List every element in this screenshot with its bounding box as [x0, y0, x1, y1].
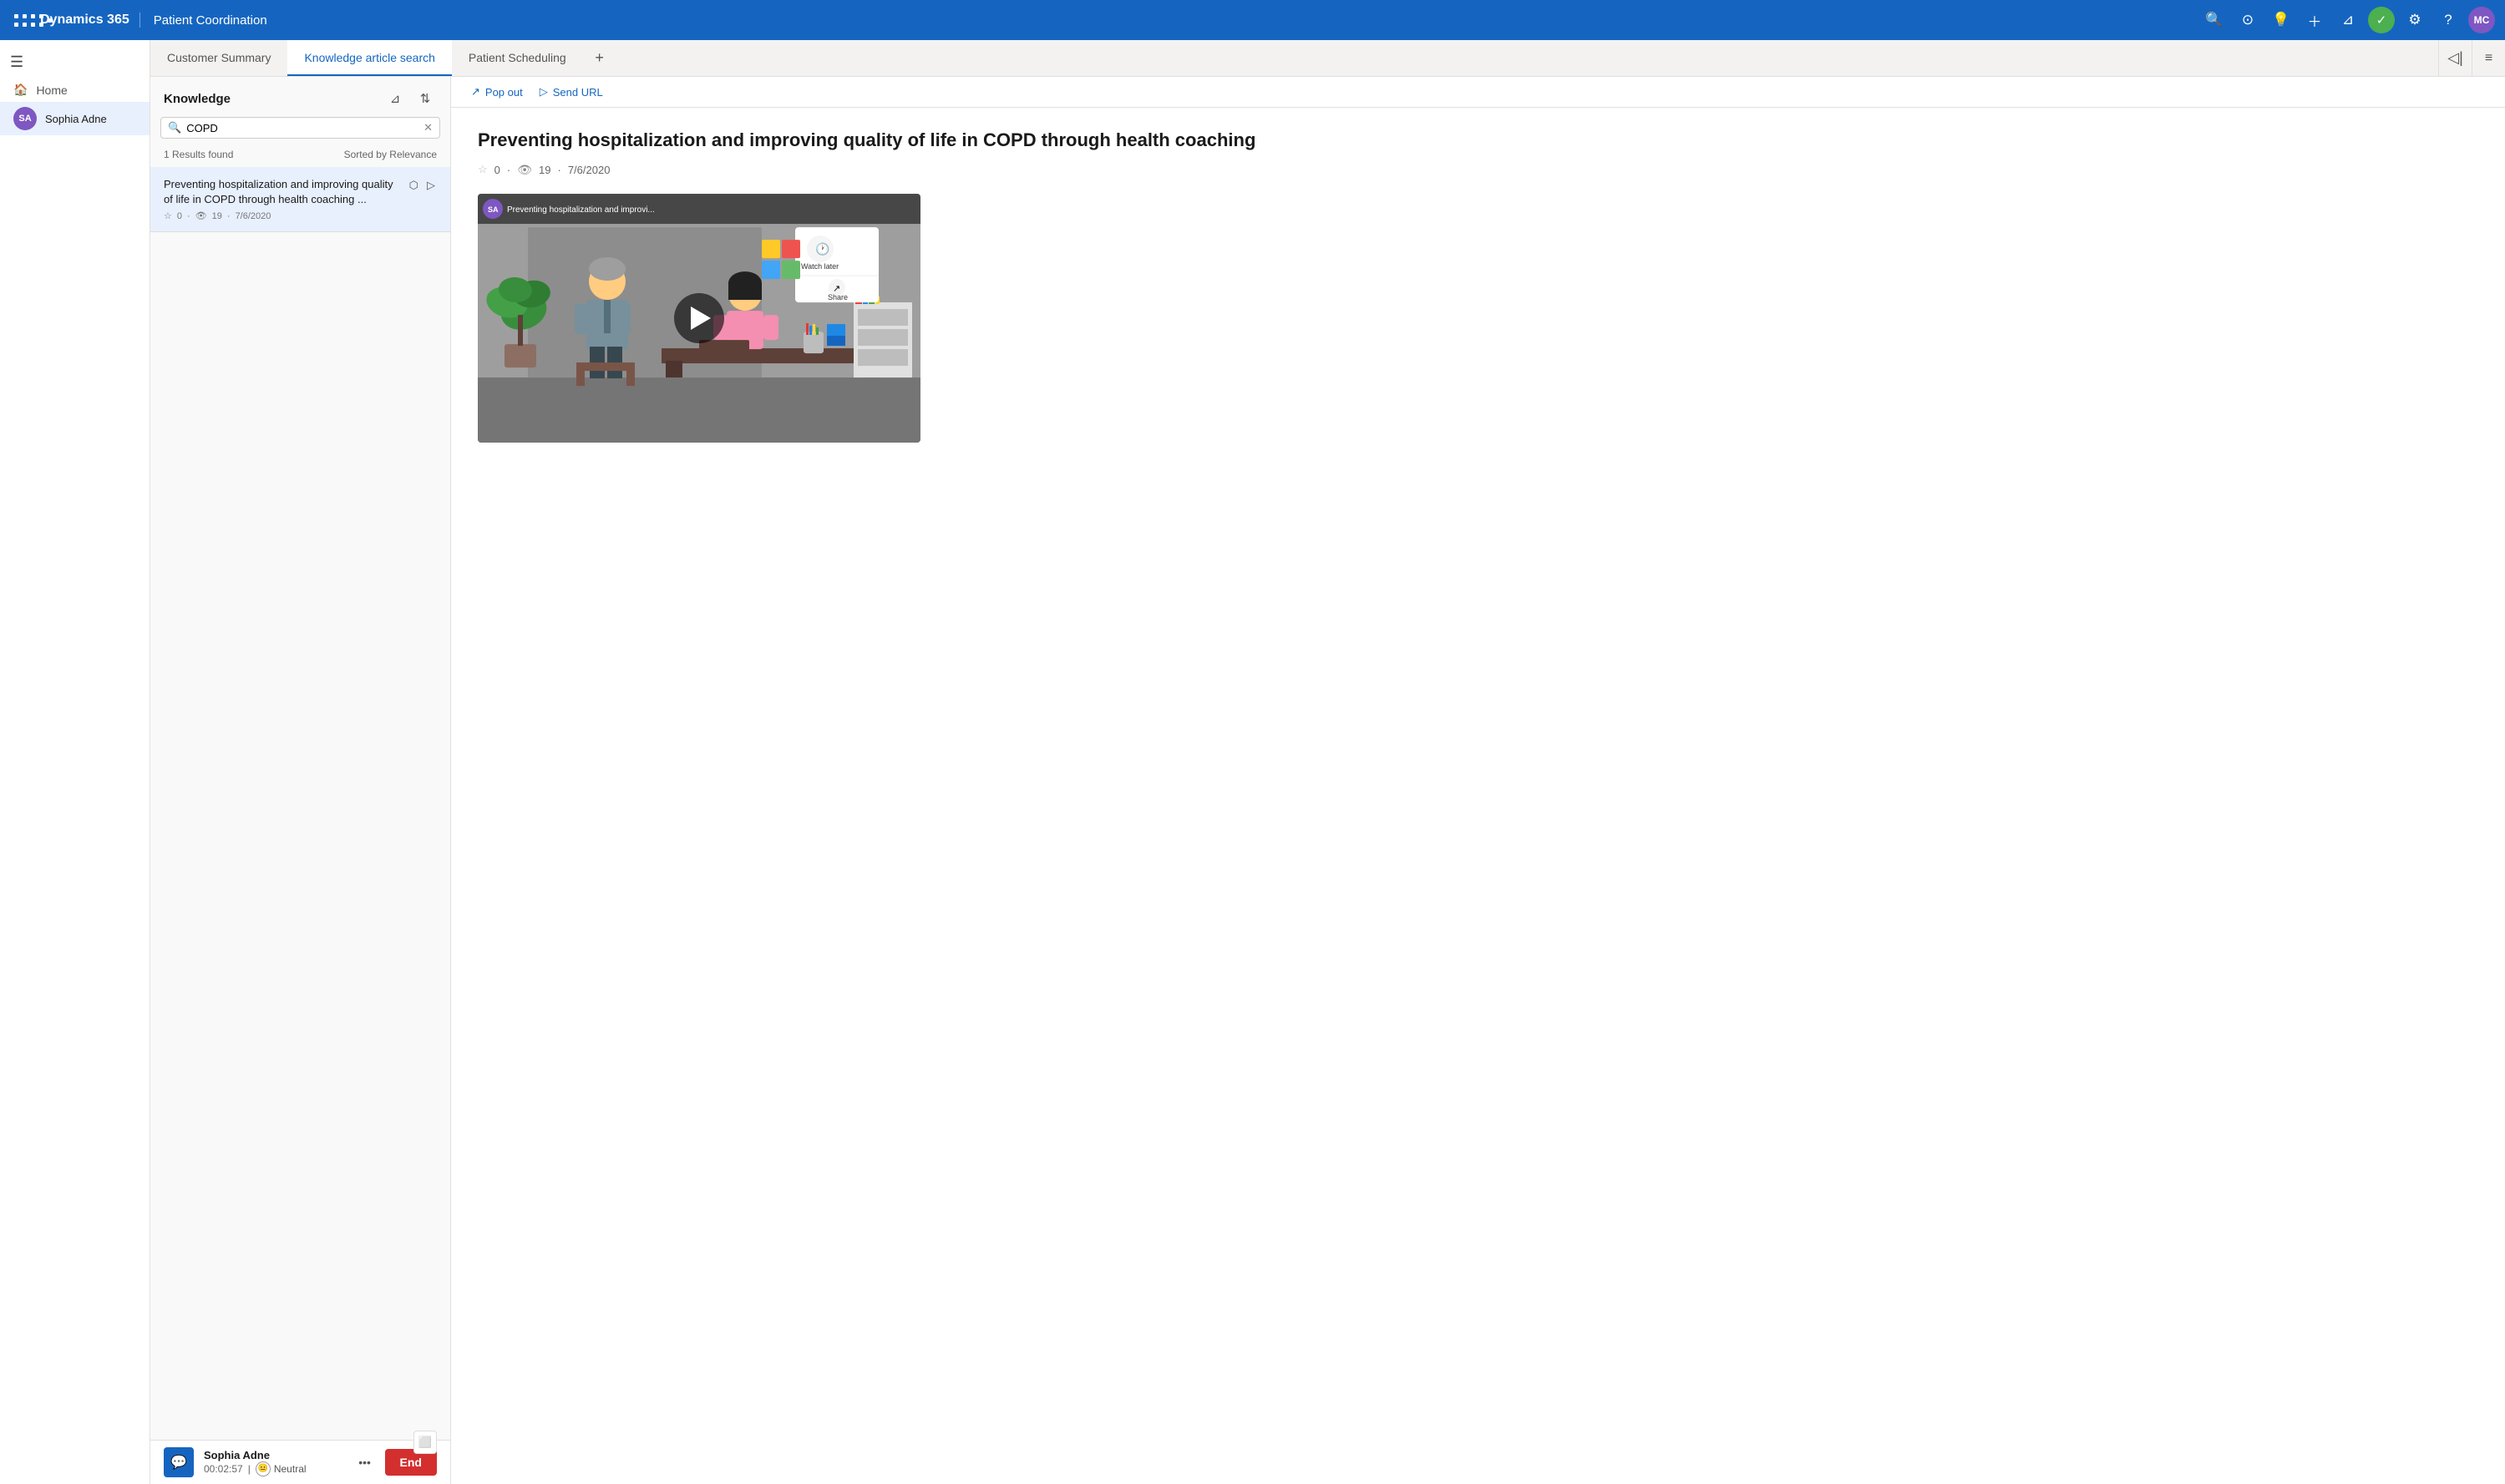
views-dot: · — [557, 164, 560, 176]
add-icon-btn[interactable]: ＋ — [2301, 7, 2328, 33]
sidebar-menu-toggle[interactable]: ☰ — [10, 53, 23, 71]
app-brand: Dynamics 365 — [40, 13, 140, 28]
send-url-button[interactable]: ▷ Send URL — [540, 85, 603, 99]
svg-text:Share: Share — [828, 293, 848, 301]
filter-icon-btn[interactable]: ⊿ — [2335, 7, 2361, 33]
knowledge-search-input[interactable] — [186, 122, 418, 134]
sidebar-item-home[interactable]: 🏠 Home — [0, 78, 150, 102]
tab-knowledge-article-search-label: Knowledge article search — [304, 51, 434, 64]
chat-expand-button[interactable]: ⬜ — [413, 1431, 437, 1454]
result-item-0[interactable]: Preventing hospitalization and improving… — [150, 167, 450, 232]
play-triangle-icon — [691, 306, 711, 330]
svg-text:Preventing hospitalization and: Preventing hospitalization and improvi..… — [507, 205, 655, 215]
knowledge-header: Knowledge ⊿ ⇅ — [150, 77, 450, 117]
sorted-by: Sorted by Relevance — [344, 149, 437, 160]
agent-avatar: SA — [13, 107, 37, 130]
search-meta: 1 Results found Sorted by Relevance — [150, 145, 450, 167]
knowledge-panel: Knowledge ⊿ ⇅ 🔍 ✕ 1 Results found Sorted… — [150, 77, 451, 1484]
article-panel: ↗ Pop out ▷ Send URL Preventing hospital… — [451, 77, 2505, 1484]
settings-icon-btn[interactable]: ⚙ — [2401, 7, 2428, 33]
pop-out-button[interactable]: ↗ Pop out — [471, 85, 523, 99]
knowledge-title: Knowledge — [164, 92, 377, 106]
pop-out-label: Pop out — [485, 86, 523, 99]
tab-customer-summary-label: Customer Summary — [167, 51, 271, 64]
results-count: 1 Results found — [164, 149, 233, 160]
send-url-label: Send URL — [553, 86, 603, 99]
sidebar-home-label: Home — [36, 84, 67, 97]
result-dot-sep1: · — [187, 211, 190, 221]
clear-search-icon[interactable]: ✕ — [423, 121, 433, 134]
tab-bar: Customer Summary Knowledge article searc… — [150, 40, 2505, 77]
article-eye-icon: 👁 — [517, 163, 532, 177]
search-icon-btn[interactable]: 🔍 — [2201, 7, 2228, 33]
checkmark-badge: ✓ — [2368, 7, 2395, 33]
article-content: Preventing hospitalization and improving… — [451, 108, 2505, 463]
article-title: Preventing hospitalization and improving… — [478, 128, 2478, 153]
article-rating: 0 — [494, 164, 500, 176]
chat-more-button[interactable]: ••• — [352, 1449, 378, 1476]
result-dot-sep2: · — [227, 211, 231, 221]
chat-bar: ⬜ 💬 Sophia Adne 00:02:57 | 😐 Neutral — [150, 1440, 450, 1484]
panels-area: Knowledge ⊿ ⇅ 🔍 ✕ 1 Results found Sorted… — [150, 77, 2505, 1484]
tab-customer-summary[interactable]: Customer Summary — [150, 40, 287, 76]
results-list: Preventing hospitalization and improving… — [150, 167, 450, 1440]
chat-duration: 00:02:57 — [204, 1463, 243, 1475]
article-date: 7/6/2020 — [568, 164, 611, 176]
tab-patient-scheduling[interactable]: Patient Scheduling — [452, 40, 583, 76]
video-play-button[interactable] — [674, 293, 724, 343]
top-navigation: Dynamics 365 Patient Coordination 🔍 ⊙ 💡 … — [0, 0, 2505, 40]
user-avatar[interactable]: MC — [2468, 7, 2495, 33]
chat-meta-sep: | — [248, 1463, 251, 1475]
knowledge-filter-button[interactable]: ⊿ — [383, 87, 407, 110]
result-popout-icon[interactable]: ⬡ — [408, 177, 420, 194]
result-date: 7/6/2020 — [236, 211, 271, 221]
result-rating: 0 — [177, 211, 182, 221]
result-star-icon: ☆ — [164, 210, 172, 221]
activity-icon-btn[interactable]: ⊙ — [2234, 7, 2261, 33]
result-eye-icon: 👁 — [195, 210, 207, 221]
article-rating-row: ☆ 0 · 👁 19 · 7/6/2020 — [478, 163, 2478, 177]
lightbulb-icon-btn[interactable]: 💡 — [2268, 7, 2295, 33]
result-title-0: Preventing hospitalization and improving… — [164, 177, 401, 207]
result-views: 19 — [212, 211, 222, 221]
agent-name: Sophia Adne — [45, 113, 107, 125]
sentiment-face-icon: 😐 — [256, 1461, 271, 1476]
chat-agent-name: Sophia Adne — [204, 1449, 342, 1461]
svg-text:SA: SA — [488, 205, 499, 214]
knowledge-sort-button[interactable]: ⇅ — [413, 87, 437, 110]
send-url-icon: ▷ — [540, 85, 548, 99]
sentiment-label: Neutral — [274, 1463, 307, 1475]
collapse-panel-button[interactable]: ◁| — [2438, 40, 2472, 76]
svg-text:Watch later: Watch later — [801, 262, 839, 271]
tab-patient-scheduling-label: Patient Scheduling — [469, 51, 566, 64]
content-area: Customer Summary Knowledge article searc… — [150, 40, 2505, 1484]
article-toolbar: ↗ Pop out ▷ Send URL — [451, 77, 2505, 108]
svg-text:🕐: 🕐 — [815, 242, 829, 256]
video-container[interactable]: SA Preventing hospitalization and improv… — [478, 194, 920, 443]
waffle-menu-button[interactable] — [10, 8, 33, 32]
chat-info: Sophia Adne 00:02:57 | 😐 Neutral — [204, 1449, 342, 1476]
search-icon: 🔍 — [168, 121, 181, 134]
sentiment-badge: 😐 Neutral — [256, 1461, 307, 1476]
pop-out-icon: ↗ — [471, 85, 480, 99]
tab-knowledge-article-search[interactable]: Knowledge article search — [287, 40, 451, 76]
add-tab-button[interactable]: + — [583, 40, 616, 76]
left-sidebar: ☰ 🏠 Home SA Sophia Adne — [0, 40, 150, 1484]
list-view-button[interactable]: ≡ — [2472, 40, 2505, 76]
app-module: Patient Coordination — [154, 13, 267, 28]
article-views: 19 — [539, 164, 550, 176]
result-meta-0: ☆ 0 · 👁 19 · 7/6/2020 — [164, 210, 437, 221]
sidebar-agent-item[interactable]: SA Sophia Adne — [0, 102, 150, 135]
knowledge-search-bar: 🔍 ✕ — [160, 117, 440, 139]
rating-dot: · — [507, 164, 510, 176]
help-icon-btn[interactable]: ? — [2435, 7, 2462, 33]
result-share-icon[interactable]: ▷ — [425, 177, 437, 194]
home-icon: 🏠 — [13, 83, 28, 97]
chat-icon: 💬 — [164, 1447, 194, 1477]
chat-meta: 00:02:57 | 😐 Neutral — [204, 1461, 342, 1476]
article-star-icon: ☆ — [478, 163, 488, 176]
